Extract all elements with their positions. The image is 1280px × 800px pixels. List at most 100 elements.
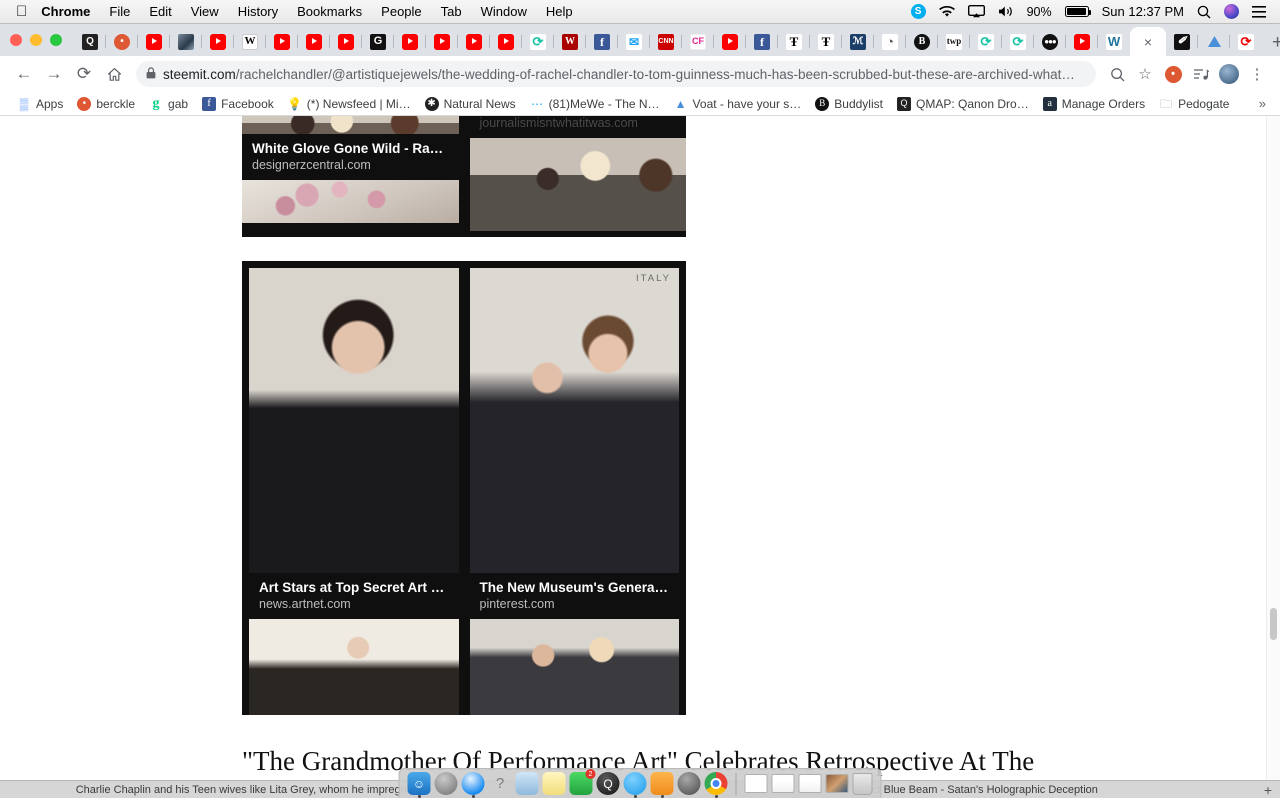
bookmark-gab[interactable]: g gab: [142, 95, 195, 113]
bookmark-natural-news[interactable]: ✱ Natural News: [418, 95, 523, 113]
tab-youtube-8[interactable]: [457, 27, 490, 56]
taskbar-window-1[interactable]: Charlie Chaplin and his Teen wives like …: [0, 784, 432, 796]
apple-menu-icon[interactable]: : [16, 4, 27, 19]
main-card-right-title[interactable]: The New Museum's Generation …: [470, 573, 680, 595]
menu-item-bookmarks[interactable]: Bookmarks: [297, 4, 362, 19]
bookmark-berckle[interactable]: • berckle: [70, 95, 142, 113]
skype-icon[interactable]: S: [910, 4, 926, 19]
tab-twitter[interactable]: ✉: [617, 27, 650, 56]
chrome-menu-icon[interactable]: ⋮: [1244, 61, 1270, 87]
volume-icon[interactable]: [998, 5, 1014, 18]
dock-trash[interactable]: [852, 772, 873, 795]
menu-item-chrome[interactable]: Chrome: [41, 4, 90, 19]
dock-minimized-window-1[interactable]: [744, 774, 768, 793]
new-tab-button[interactable]: +: [1262, 24, 1280, 56]
tab-image[interactable]: [169, 27, 202, 56]
tab-cf[interactable]: CF: [681, 27, 714, 56]
back-icon[interactable]: ←: [10, 60, 38, 88]
reload-icon[interactable]: ⟳: [70, 60, 98, 88]
tab-nytimes-1[interactable]: Ŧ: [777, 27, 810, 56]
dock-system-preferences[interactable]: [677, 772, 701, 795]
tab-youtube-6[interactable]: [393, 27, 426, 56]
scrollbar-thumb[interactable]: [1270, 608, 1277, 640]
forward-icon[interactable]: →: [40, 60, 68, 88]
dock-chrome[interactable]: [704, 772, 728, 795]
battery-icon[interactable]: [1064, 6, 1092, 17]
zoom-icon[interactable]: [1104, 61, 1130, 87]
menu-item-help[interactable]: Help: [546, 4, 573, 19]
dock-question-icon[interactable]: ?: [489, 772, 512, 795]
control-center-icon[interactable]: [1252, 5, 1266, 18]
bookmark-voat-have-your-s[interactable]: ▲ Voat - have your s…: [667, 95, 809, 113]
dock-quicktime[interactable]: Q: [596, 772, 620, 795]
menu-item-edit[interactable]: Edit: [149, 4, 171, 19]
dock-minimized-window-3[interactable]: [798, 774, 822, 793]
clock[interactable]: Sun 12:37 PM: [1102, 4, 1184, 19]
tab-qmap[interactable]: Q: [74, 27, 106, 56]
tab-washington-post[interactable]: twp: [937, 27, 970, 56]
tab-steemit-2[interactable]: ⟳: [969, 27, 1002, 56]
card-white-glove[interactable]: White Glove Gone Wild - Rachel… designer…: [242, 116, 686, 237]
tab-steemit-3[interactable]: ⟳: [1001, 27, 1034, 56]
tab-wordpress[interactable]: W: [1097, 27, 1130, 56]
bookmark-apps[interactable]: ▒ Apps: [10, 95, 70, 113]
menu-item-history[interactable]: History: [238, 4, 278, 19]
tab-newspaper[interactable]: ℳ: [841, 27, 874, 56]
taskbar-add-button[interactable]: +: [1264, 782, 1280, 798]
tab-masked[interactable]: ●●●: [1033, 27, 1066, 56]
close-tab-icon[interactable]: ×: [1144, 34, 1152, 50]
dock-messages[interactable]: [623, 772, 647, 795]
tab-wsj[interactable]: W: [553, 27, 586, 56]
duckduckgo-extension-icon[interactable]: •: [1160, 61, 1186, 87]
wifi-icon[interactable]: [938, 5, 955, 18]
tab-steemit-1[interactable]: ⟳: [521, 27, 554, 56]
tab-youtube-5[interactable]: [329, 27, 362, 56]
menu-item-view[interactable]: View: [191, 4, 219, 19]
tab-youtube-10[interactable]: [713, 27, 746, 56]
bookmark-81-mewe-the-n[interactable]: ⋯ (81)MeWe - The N…: [523, 95, 667, 113]
page-scrollbar[interactable]: [1266, 116, 1280, 798]
avatar[interactable]: [1216, 61, 1242, 87]
tab-active-steemit[interactable]: ×: [1130, 27, 1166, 56]
siri-icon[interactable]: [1224, 4, 1239, 19]
tab-pv[interactable]: ✐: [1166, 27, 1198, 56]
menu-item-window[interactable]: Window: [481, 4, 527, 19]
minimize-window-button[interactable]: [30, 34, 42, 46]
bookmarks-overflow-button[interactable]: »: [1259, 96, 1270, 111]
tab-bitchute[interactable]: B: [905, 27, 938, 56]
dock-minimized-window-4[interactable]: [825, 774, 849, 793]
bookmark-buddylist[interactable]: B Buddylist: [808, 95, 890, 113]
menu-item-tab[interactable]: Tab: [441, 4, 462, 19]
main-card-left-title[interactable]: Art Stars at Top Secret Art Pro…: [249, 573, 459, 595]
bookmark-newsfeed-mi[interactable]: 💡 (*) Newsfeed | Mi…: [281, 95, 418, 113]
card-art-stars[interactable]: Art Stars at Top Secret Art Pro… news.ar…: [242, 261, 686, 715]
tab-youtube-11[interactable]: [1065, 27, 1098, 56]
dock-minimized-window-2[interactable]: [771, 774, 795, 793]
bookmark-facebook[interactable]: f Facebook: [195, 95, 281, 113]
bookmark-star-icon[interactable]: ☆: [1132, 61, 1158, 87]
tab-youtube-9[interactable]: [489, 27, 522, 56]
tab-youtube-2[interactable]: [201, 27, 234, 56]
dock-pages[interactable]: [650, 772, 674, 795]
close-window-button[interactable]: [10, 34, 22, 46]
bookmark-pedogate[interactable]: 🗀 Pedogate: [1152, 95, 1236, 113]
tab-facebook-1[interactable]: f: [585, 27, 618, 56]
tab-facebook-2[interactable]: f: [745, 27, 778, 56]
menu-item-people[interactable]: People: [381, 4, 421, 19]
dock-preview[interactable]: [515, 772, 539, 795]
maximize-window-button[interactable]: [50, 34, 62, 46]
airplay-icon[interactable]: [967, 5, 985, 18]
home-icon[interactable]: [100, 60, 128, 88]
address-bar[interactable]: steemit.com/rachelchandler/@artistiqueje…: [136, 61, 1096, 87]
tab-reload-site[interactable]: ⟳: [1229, 27, 1262, 56]
menu-item-file[interactable]: File: [109, 4, 130, 19]
tab-globe[interactable]: ◔: [873, 27, 906, 56]
tab-youtube-3[interactable]: [265, 27, 298, 56]
tab-youtube-4[interactable]: [297, 27, 330, 56]
tab-duckduckgo[interactable]: •: [105, 27, 138, 56]
tab-wikipedia[interactable]: W: [233, 27, 266, 56]
search-icon[interactable]: [1197, 5, 1211, 19]
bookmark-qmap-qanon-dro[interactable]: Q QMAP: Qanon Dro…: [890, 95, 1036, 113]
dock-finder[interactable]: ☺: [407, 772, 431, 795]
tab-cnn[interactable]: CNN: [649, 27, 682, 56]
